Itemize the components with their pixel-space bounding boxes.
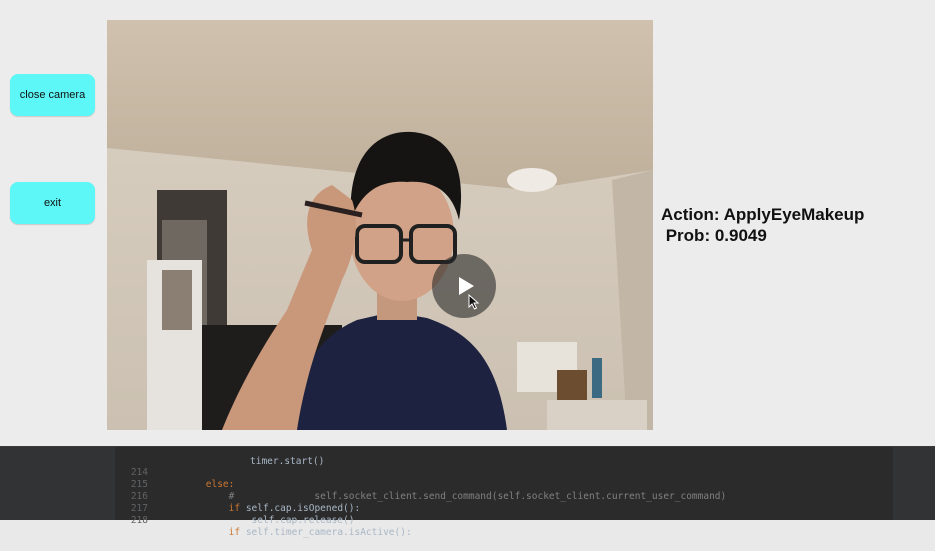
code-line: 218 if self.timer_camera.isActive(): — [130, 515, 412, 538]
code-line: 214 else: — [130, 467, 235, 490]
camera-feed — [107, 20, 653, 430]
play-button[interactable] — [432, 254, 496, 318]
code-line: 215 # self.socket_client.send_command(se… — [130, 479, 727, 502]
mouse-cursor-icon — [468, 294, 480, 310]
play-icon — [459, 277, 474, 295]
close-camera-button[interactable]: close camera — [10, 74, 95, 116]
code-editor: timer.start() 214 else: 215 # self.socke… — [0, 446, 935, 538]
exit-button[interactable]: exit — [10, 182, 95, 224]
probability-label: Prob: 0.9049 — [661, 226, 767, 245]
editor-right-panel — [893, 447, 935, 520]
action-label: Action: ApplyEyeMakeup — [661, 205, 865, 224]
prediction-result: Action: ApplyEyeMakeup Prob: 0.9049 — [661, 204, 864, 246]
app-window: close camera exit Action: ApplyEyeMakeup… — [0, 0, 935, 446]
code-line: 216 if self.cap.isOpened(): — [130, 491, 361, 514]
camera-frame-image — [107, 20, 653, 430]
code-line: 217 self.cap.release() — [130, 503, 355, 526]
